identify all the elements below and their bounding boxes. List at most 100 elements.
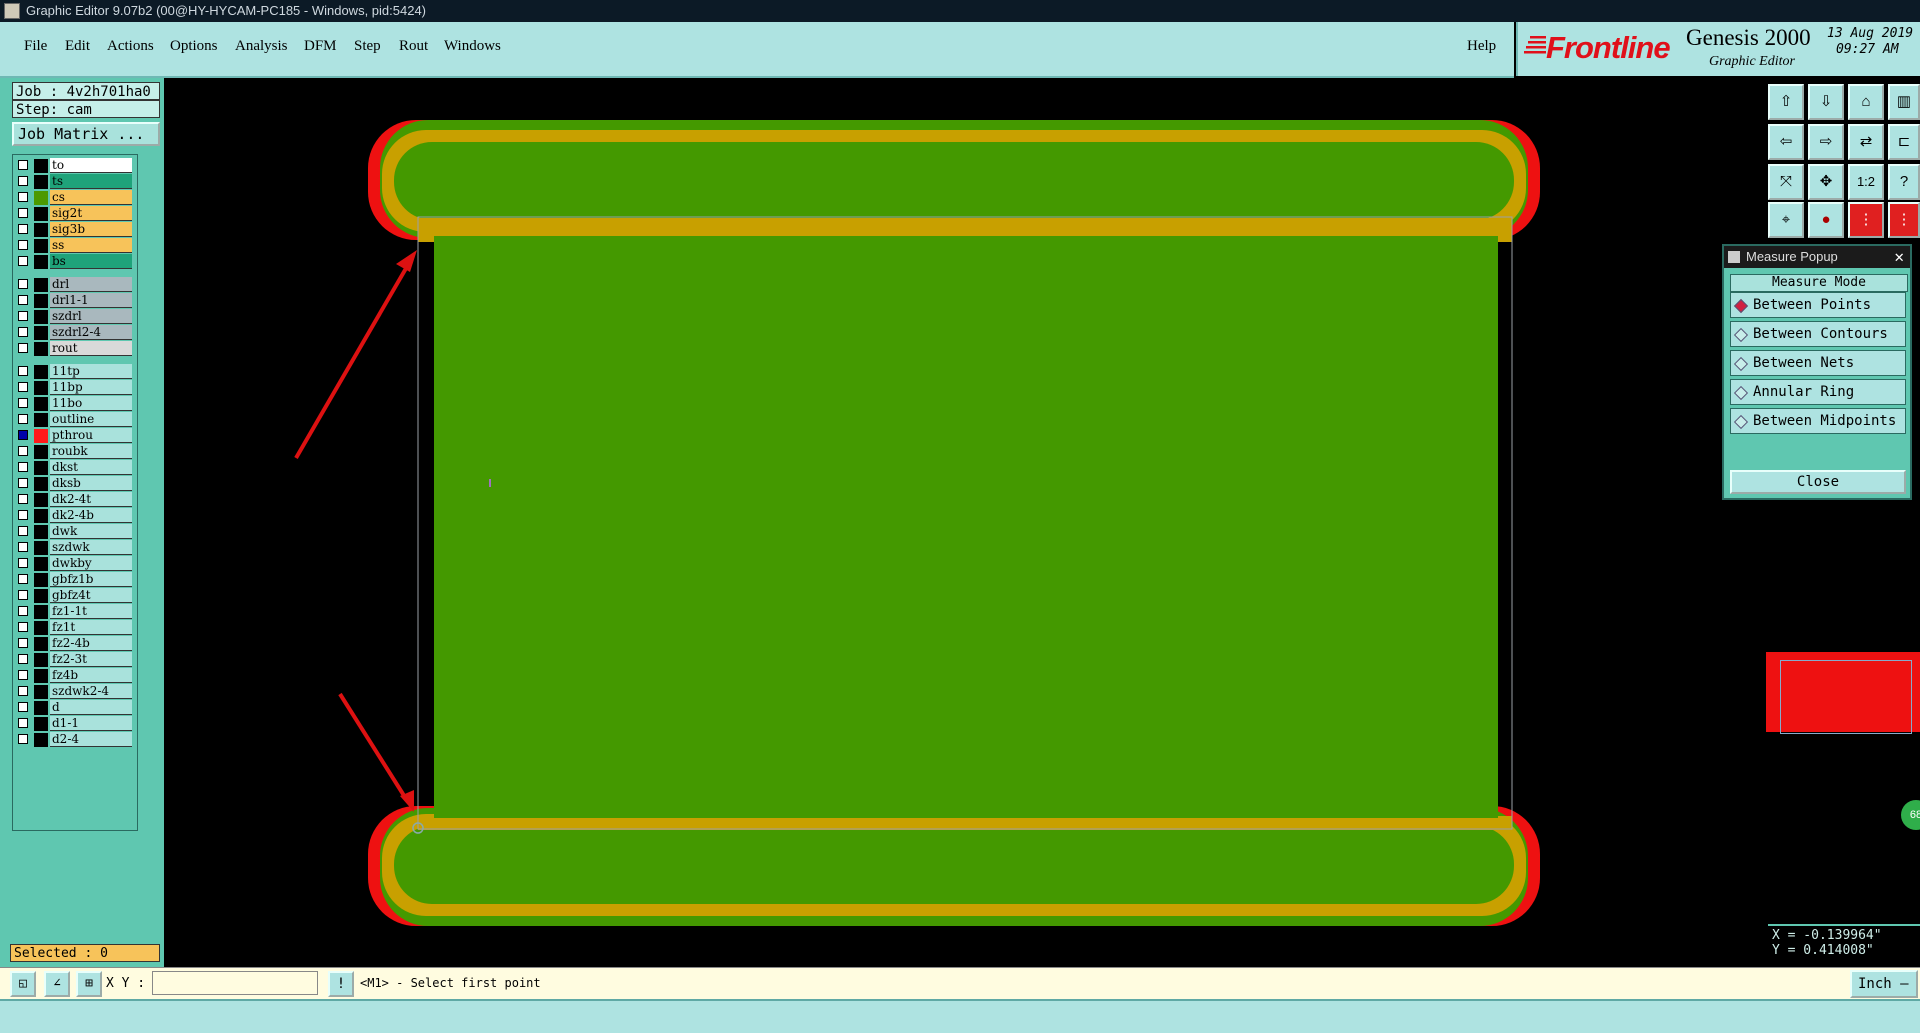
layer-row-drl1-1[interactable]: drl1-1 xyxy=(13,293,137,309)
layer-checkbox[interactable] xyxy=(18,208,28,218)
home-icon[interactable]: ⌂ xyxy=(1848,84,1884,120)
move-up-icon[interactable]: ⇧ xyxy=(1768,84,1804,120)
layer-name[interactable]: sig3b xyxy=(50,222,132,237)
layer-name[interactable]: dkst xyxy=(50,460,132,475)
layer-checkbox[interactable] xyxy=(18,382,28,392)
layer-checkbox[interactable] xyxy=(18,670,28,680)
layer-name[interactable]: roubk xyxy=(50,444,132,459)
layer-row-fz2-3t[interactable]: fz2-3t xyxy=(13,652,137,668)
layer-row-to[interactable]: to xyxy=(13,158,137,174)
layer-name[interactable]: gbfz1b xyxy=(50,572,132,587)
layer-checkbox[interactable] xyxy=(18,327,28,337)
pin-tool-icon[interactable]: ● xyxy=(1808,202,1844,238)
layer-name[interactable]: rout xyxy=(50,341,132,356)
help-icon[interactable]: ? xyxy=(1888,164,1920,200)
layer-name[interactable]: 11tp xyxy=(50,364,132,379)
move-left-icon[interactable]: ⇦ xyxy=(1768,124,1804,160)
layer-checkbox[interactable] xyxy=(18,638,28,648)
layer-row-szdrl2-4[interactable]: szdrl2-4 xyxy=(13,325,137,341)
layer-row-drl[interactable]: drl xyxy=(13,277,137,293)
grid-icon[interactable]: ▥ xyxy=(1888,84,1920,120)
layer-row-outline[interactable]: outline xyxy=(13,412,137,428)
layer-row-d1-1[interactable]: d1-1 xyxy=(13,716,137,732)
layer-name[interactable]: 11bo xyxy=(50,396,132,411)
layer-row-szdwk[interactable]: szdwk xyxy=(13,540,137,556)
layer-name[interactable]: dwk xyxy=(50,524,132,539)
measure-option-between-midpoints[interactable]: Between Midpoints xyxy=(1730,408,1906,434)
layer-checkbox[interactable] xyxy=(18,224,28,234)
overview-panel[interactable] xyxy=(1766,652,1920,734)
layer-row-d2-4[interactable]: d2-4 xyxy=(13,732,137,748)
layer-name[interactable]: drl xyxy=(50,277,132,292)
layer-row-fz1-1t[interactable]: fz1-1t xyxy=(13,604,137,620)
layer-row-dwk[interactable]: dwk xyxy=(13,524,137,540)
layer-checkbox[interactable] xyxy=(18,478,28,488)
measure-option-between-points[interactable]: Between Points xyxy=(1730,292,1906,318)
job-matrix-button[interactable]: Job Matrix ... xyxy=(12,122,160,146)
layer-checkbox[interactable] xyxy=(18,176,28,186)
layer-checkbox[interactable] xyxy=(18,366,28,376)
layer-name[interactable]: ss xyxy=(50,238,132,253)
graphic-canvas[interactable] xyxy=(164,78,1764,967)
layer-checkbox[interactable] xyxy=(18,256,28,266)
layer-checkbox[interactable] xyxy=(18,542,28,552)
layer-checkbox[interactable] xyxy=(18,606,28,616)
layer-checkbox[interactable] xyxy=(18,343,28,353)
layer-name[interactable]: ts xyxy=(50,174,132,189)
layer-checkbox[interactable] xyxy=(18,590,28,600)
layer-checkbox[interactable] xyxy=(18,446,28,456)
layer-row-dksb[interactable]: dksb xyxy=(13,476,137,492)
measure-option-annular-ring[interactable]: Annular Ring xyxy=(1730,379,1906,405)
layer-name[interactable]: d xyxy=(50,700,132,715)
layer-checkbox[interactable] xyxy=(18,494,28,504)
alert-icon[interactable]: ! xyxy=(328,971,354,997)
layer-checkbox[interactable] xyxy=(18,526,28,536)
layer-checkbox[interactable] xyxy=(18,279,28,289)
layer-checkbox[interactable] xyxy=(18,622,28,632)
layer-checkbox[interactable] xyxy=(18,734,28,744)
menu-edit[interactable]: Edit xyxy=(65,38,90,55)
layer-name[interactable]: fz2-4b xyxy=(50,636,132,651)
layer-checkbox[interactable] xyxy=(18,430,28,440)
layer-checkbox[interactable] xyxy=(18,686,28,696)
layer-name[interactable]: pthrou xyxy=(50,428,132,443)
layer-row-ss[interactable]: ss xyxy=(13,238,137,254)
layer-checkbox[interactable] xyxy=(18,414,28,424)
layer-row-roubk[interactable]: roubk xyxy=(13,444,137,460)
grid-snap-icon[interactable]: ⊞ xyxy=(76,971,102,997)
layer-row-fz4b[interactable]: fz4b xyxy=(13,668,137,684)
layer-row-dwkby[interactable]: dwkby xyxy=(13,556,137,572)
measure-option-between-contours[interactable]: Between Contours xyxy=(1730,321,1906,347)
layer-row-cs[interactable]: cs xyxy=(13,190,137,206)
layer-name[interactable]: dwkby xyxy=(50,556,132,571)
menu-analysis[interactable]: Analysis xyxy=(235,38,288,55)
layer-name[interactable]: szdrl xyxy=(50,309,132,324)
move-down-icon[interactable]: ⇩ xyxy=(1808,84,1844,120)
measure-option-between-nets[interactable]: Between Nets xyxy=(1730,350,1906,376)
layer-row-ts[interactable]: ts xyxy=(13,174,137,190)
menu-options[interactable]: Options xyxy=(170,38,218,55)
zoom-ratio-icon[interactable]: 1:2 xyxy=(1848,164,1884,200)
layer-name[interactable]: bs xyxy=(50,254,132,269)
layer-row-fz1t[interactable]: fz1t xyxy=(13,620,137,636)
layer-name[interactable]: szdwk xyxy=(50,540,132,555)
layer-checkbox[interactable] xyxy=(18,654,28,664)
layer-row-fz2-4b[interactable]: fz2-4b xyxy=(13,636,137,652)
layer-checkbox[interactable] xyxy=(18,510,28,520)
layer-name[interactable]: dk2-4b xyxy=(50,508,132,523)
layer-row-dk2-4t[interactable]: dk2-4t xyxy=(13,492,137,508)
layer-row-dkst[interactable]: dkst xyxy=(13,460,137,476)
layer-name[interactable]: dk2-4t xyxy=(50,492,132,507)
layer-tool-red2-icon[interactable]: ⋮ xyxy=(1888,202,1920,238)
menu-dfm[interactable]: DFM xyxy=(304,38,337,55)
menu-step[interactable]: Step xyxy=(354,38,381,55)
menu-file[interactable]: File xyxy=(24,38,47,55)
layer-checkbox[interactable] xyxy=(18,160,28,170)
step-icon[interactable]: ⊏ xyxy=(1888,124,1920,160)
layer-row-11bo[interactable]: 11bo xyxy=(13,396,137,412)
layer-row-gbfz4t[interactable]: gbfz4t xyxy=(13,588,137,604)
zoom-center-icon[interactable]: ✥ xyxy=(1808,164,1844,200)
layer-name[interactable]: outline xyxy=(50,412,132,427)
layer-row-11bp[interactable]: 11bp xyxy=(13,380,137,396)
layer-checkbox[interactable] xyxy=(18,295,28,305)
